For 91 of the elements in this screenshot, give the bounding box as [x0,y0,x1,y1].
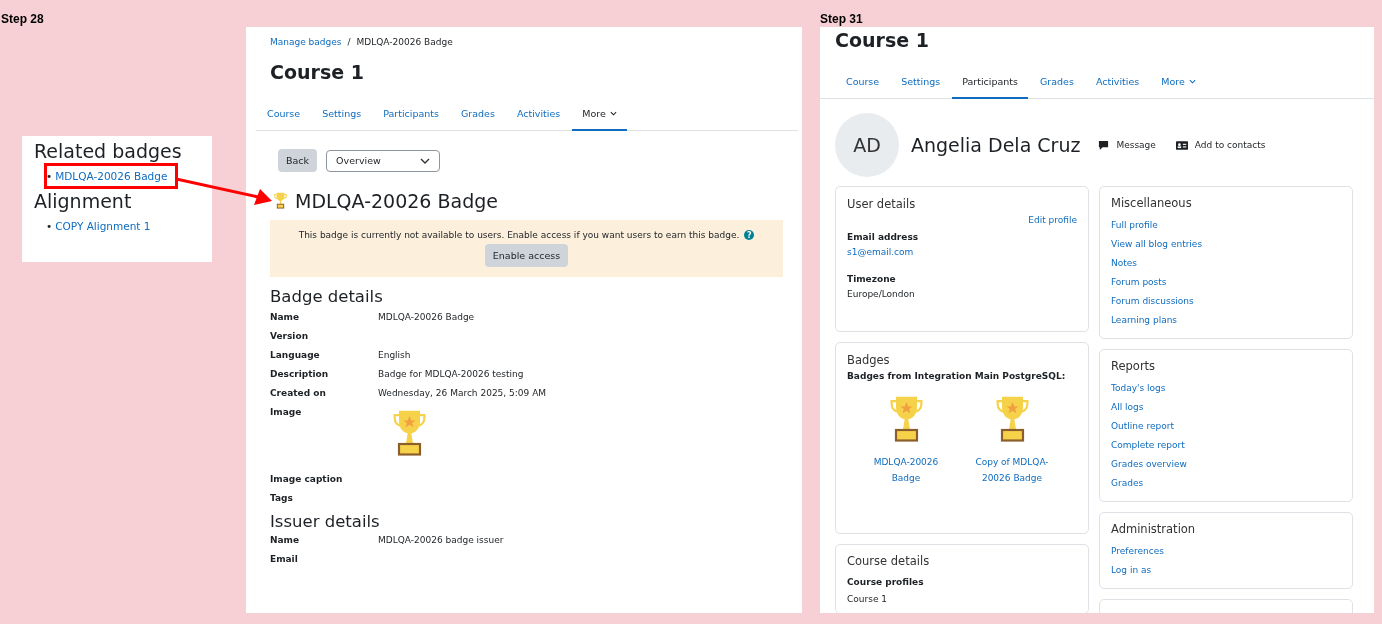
field-value: Wednesday, 26 March 2025, 5:09 AM [378,388,547,398]
field-value: Course 1 [847,593,888,606]
card-link[interactable]: Today's logs [1111,381,1341,396]
section-heading: Badge details [270,287,384,306]
field-label: Email [270,554,299,564]
field-label: Description [270,369,330,379]
caret-icon [609,111,617,116]
field-label: Version [270,331,310,341]
card-title: Badges [847,353,891,367]
nav-tab[interactable]: More [572,99,627,131]
card-link[interactable]: Notes [1111,256,1341,271]
breadcrumb-link[interactable]: Manage badges [270,37,342,47]
edit-profile-link[interactable]: Edit profile [1028,215,1077,225]
card-link[interactable]: View all blog entries [1111,237,1341,252]
course-title: Course 1 [835,29,930,51]
badge-link[interactable]: MDLQA-20026 Badge [55,170,168,182]
breadcrumb-separator: / [347,37,351,47]
section-heading: Issuer details [270,512,381,531]
notice-text: This badge is currently not available to users. Enable access if you want users to earn this badge. [298,230,740,240]
step-label: Step 28 [0,11,45,26]
nav-tab[interactable]: Participants [373,99,449,131]
card-title: Reports [1111,359,1157,373]
card-link[interactable]: Complete report [1111,438,1341,453]
bullet: • [46,169,53,184]
email-link[interactable]: s1@email.com [847,247,914,257]
enable-access-button[interactable]: Enable access [484,244,569,267]
trophy-icon [994,395,1030,444]
nav-tab[interactable]: Activities [1085,67,1150,99]
nav-tab[interactable]: Grades [1029,67,1084,99]
bullet: • [46,219,53,234]
field-value: MDLQA-20026 Badge [378,312,475,322]
trophy-icon [274,192,287,210]
section-heading: Related badges [34,139,183,163]
card-link[interactable]: All logs [1111,400,1341,415]
field-value: English [378,350,411,360]
card-link[interactable]: Grades overview [1111,457,1341,472]
course-title: Course 1 [270,61,365,83]
trophy-icon [392,409,427,458]
nav-tab[interactable]: More [1151,67,1206,99]
user-name: Angelia Dela Cruz [911,134,1081,156]
badge-link[interactable]: MDLQA-20026 Badge [861,454,951,486]
nav-tab[interactable]: Course [836,67,890,99]
badge-link[interactable]: Copy of MDLQA-20026 Badge [967,454,1057,486]
nav-tab[interactable]: Grades [450,99,505,131]
field-label: Timezone [847,273,897,286]
card-link[interactable]: Outline report [1111,419,1341,434]
card-link[interactable]: Forum discussions [1111,294,1341,309]
trophy-icon [888,395,924,444]
field-value: Europe/London [847,288,916,301]
caret-icon [1188,79,1196,84]
contact-card-icon [1175,140,1188,150]
card-link[interactable]: Full profile [1111,218,1341,233]
chevron-down-icon [420,157,431,164]
badges-subtitle: Badges from Integration Main PostgreSQL: [847,371,1067,381]
nav-tab[interactable]: Participants [952,67,1028,99]
card-link[interactable]: Forum posts [1111,275,1341,290]
field-label: Email address [847,231,920,244]
badge-title: MDLQA-20026 Badge [295,190,498,212]
card-link[interactable]: Grades [1111,476,1341,491]
field-label: Tags [270,493,294,503]
card-title: Course details [847,553,931,570]
back-button[interactable]: Back [278,149,318,172]
field-label: Course profiles [847,576,925,589]
field-label: Image caption [270,474,344,484]
card-title: Administration [1111,522,1197,536]
card-link[interactable]: Learning plans [1111,313,1341,328]
card-title: Miscellaneous [1111,196,1193,210]
field-label: Language [270,350,321,360]
field-value: Badge for MDLQA-20026 testing [378,369,524,379]
profile-action-link[interactable]: Message [1098,139,1156,151]
field-value: MDLQA-20026 badge issuer [378,535,504,545]
alignment-link[interactable]: COPY Alignment 1 [55,220,151,232]
card-link[interactable]: Preferences [1111,544,1341,559]
nav-tab[interactable]: Settings [312,99,372,131]
help-icon[interactable]: ? [744,230,755,240]
profile-action-link[interactable]: Add to contacts [1175,140,1266,150]
field-label: Name [270,535,301,545]
nav-tab[interactable]: Activities [506,99,571,131]
field-label: Image [270,407,303,417]
speech-bubble-icon [1098,139,1110,151]
field-label: Created on [270,388,327,398]
card-link[interactable]: Log in as [1111,563,1341,578]
breadcrumb-current: MDLQA-20026 Badge [356,37,453,47]
field-label: Name [270,312,301,322]
view-select[interactable]: Overview [326,149,441,172]
card-title: User details [847,197,917,211]
section-heading: Alignment [34,189,133,213]
nav-tab[interactable]: Settings [891,67,951,99]
nav-tab[interactable]: Course [257,99,311,131]
step-label: Step 31 [820,11,864,26]
avatar-initials: AD [835,113,899,177]
